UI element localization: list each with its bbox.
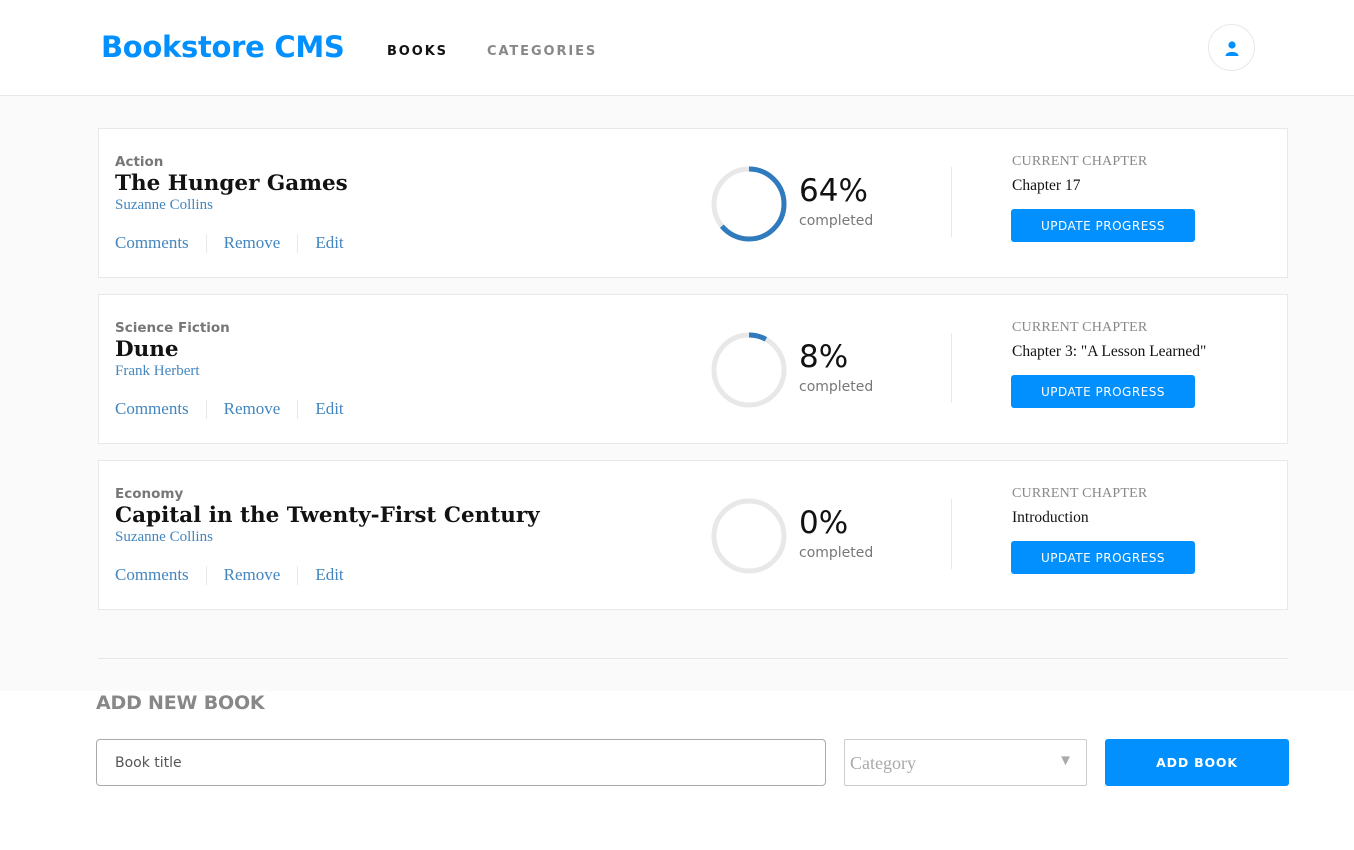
action-divider (205, 399, 207, 419)
remove-button[interactable]: Remove (224, 399, 281, 419)
completed-label: completed (799, 545, 874, 561)
action-divider (205, 233, 207, 253)
current-chapter-label: CURRENT CHAPTER (1012, 320, 1148, 335)
dropdown-arrow-icon: ▼ (1058, 752, 1073, 769)
app-header: Bookstore CMS BOOKS CATEGORIES (0, 0, 1354, 96)
remove-button[interactable]: Remove (224, 565, 281, 585)
book-author[interactable]: Suzanne Collins (115, 529, 213, 546)
book-title: Dune (115, 337, 179, 362)
current-chapter: Chapter 17 (1012, 177, 1081, 194)
book-title: Capital in the Twenty-First Century (115, 503, 540, 528)
book-author[interactable]: Frank Herbert (115, 363, 200, 380)
book-actions: Comments Remove Edit (115, 233, 344, 253)
completed-label: completed (799, 379, 874, 395)
comments-button[interactable]: Comments (115, 565, 189, 585)
action-divider (297, 233, 299, 253)
progress-ring (711, 166, 787, 242)
progress-ring (711, 332, 787, 408)
nav-categories[interactable]: CATEGORIES (487, 44, 597, 59)
edit-button[interactable]: Edit (315, 565, 343, 585)
progress-divider (951, 499, 952, 569)
category-select[interactable]: Category ▼ (844, 739, 1087, 786)
edit-button[interactable]: Edit (315, 399, 343, 419)
app-logo[interactable]: Bookstore CMS (101, 30, 345, 64)
action-divider (297, 565, 299, 585)
current-chapter: Introduction (1012, 509, 1089, 526)
progress-track (711, 332, 787, 408)
progress-track (711, 498, 787, 574)
update-progress-button[interactable]: UPDATE PROGRESS (1011, 209, 1195, 242)
book-card: Science Fiction Dune Frank Herbert Comme… (98, 294, 1288, 444)
section-divider (98, 658, 1288, 659)
book-author[interactable]: Suzanne Collins (115, 197, 213, 214)
user-icon (1225, 40, 1238, 56)
book-actions: Comments Remove Edit (115, 565, 344, 585)
comments-button[interactable]: Comments (115, 233, 189, 253)
action-divider (297, 399, 299, 419)
book-title-input[interactable] (96, 739, 826, 786)
current-chapter-label: CURRENT CHAPTER (1012, 154, 1148, 169)
nav-books[interactable]: BOOKS (387, 44, 448, 59)
completed-label: completed (799, 213, 874, 229)
book-title: The Hunger Games (115, 171, 348, 196)
current-chapter: Chapter 3: "A Lesson Learned" (1012, 343, 1207, 360)
book-list-area: Action The Hunger Games Suzanne Collins … (0, 96, 1354, 691)
progress-percent: 64% (799, 173, 868, 209)
book-genre: Action (115, 154, 164, 170)
current-chapter-label: CURRENT CHAPTER (1012, 486, 1148, 501)
progress-ring (711, 498, 787, 574)
edit-button[interactable]: Edit (315, 233, 343, 253)
book-card: Action The Hunger Games Suzanne Collins … (98, 128, 1288, 278)
book-card: Economy Capital in the Twenty-First Cent… (98, 460, 1288, 610)
comments-button[interactable]: Comments (115, 399, 189, 419)
book-actions: Comments Remove Edit (115, 399, 344, 419)
form-title: ADD NEW BOOK (96, 692, 265, 714)
user-profile-button[interactable] (1208, 24, 1255, 71)
category-placeholder: Category (850, 753, 916, 773)
action-divider (205, 565, 207, 585)
progress-divider (951, 167, 952, 237)
update-progress-button[interactable]: UPDATE PROGRESS (1011, 375, 1195, 408)
progress-divider (951, 333, 952, 403)
book-genre: Science Fiction (115, 320, 230, 336)
book-genre: Economy (115, 486, 184, 502)
add-book-button[interactable]: ADD BOOK (1105, 739, 1289, 786)
progress-percent: 0% (799, 505, 849, 541)
remove-button[interactable]: Remove (224, 233, 281, 253)
update-progress-button[interactable]: UPDATE PROGRESS (1011, 541, 1195, 574)
progress-percent: 8% (799, 339, 849, 375)
